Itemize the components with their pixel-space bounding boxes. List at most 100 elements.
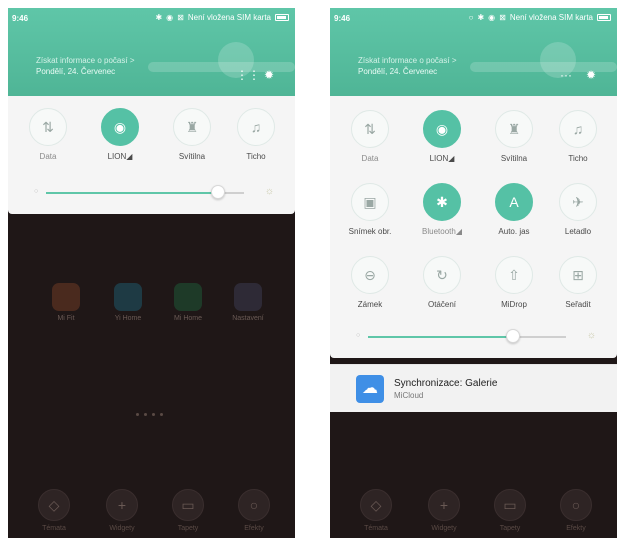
tile-flashlight[interactable]: ♜ Svítilna [157, 108, 227, 161]
wifi-status-icon: ◉ [166, 13, 174, 22]
weather-link[interactable]: Získat informace o počasí > [358, 55, 457, 66]
battery-icon [597, 14, 611, 21]
tile-data[interactable]: ⇅ Data [13, 108, 83, 161]
status-time: 9:46 [334, 14, 351, 23]
home-app-mihome: Mi Home [168, 283, 208, 322]
tile-midrop[interactable]: ⇧ MiDrop [479, 256, 549, 309]
home-app-label: Mi Fit [57, 315, 75, 322]
gear-icon[interactable]: ✹ [586, 68, 596, 82]
tile-bluetooth[interactable]: ✱ Bluetooth◢ [407, 183, 477, 236]
home-bottom-label: Efekty [566, 525, 586, 532]
home-bottom-label: Widgety [431, 525, 457, 532]
tile-lock[interactable]: ⊖ Zámek [335, 256, 405, 309]
tile-label: Seřadit [565, 300, 591, 309]
gear-icon[interactable]: ✹ [264, 68, 274, 82]
carrier-label: Není vložena SIM karta [187, 13, 271, 22]
wifi-icon: ◉ [101, 108, 139, 146]
alarm-status-icon: ○ [468, 13, 474, 22]
tile-rotation[interactable]: ↻ Otáčení [407, 256, 477, 309]
home-themes: ◇ Témata [346, 489, 406, 532]
battery-icon [275, 14, 289, 21]
brightness-slider[interactable]: ○ ☼ [34, 185, 274, 199]
sort-icon: ⊞ [559, 256, 597, 294]
brightness-knob[interactable] [211, 185, 226, 199]
yihome-icon [114, 283, 142, 311]
notification-card[interactable]: ☁ Synchronizace: Galerie MiCloud [330, 364, 617, 412]
status-bar: 9:46 ○ ✱ ◉ ⊠ Není vložena SIM karta [330, 8, 617, 28]
wifi-status-icon: ◉ [488, 13, 496, 22]
screenshot-icon: ▣ [351, 183, 389, 221]
mifit-icon [52, 283, 80, 311]
bluetooth-status-icon: ✱ [155, 13, 163, 22]
data-icon: ⇅ [351, 110, 389, 148]
shade-header: 9:46 ○ ✱ ◉ ⊠ Není vložena SIM karta Získ… [330, 8, 617, 96]
tile-flashlight[interactable]: ♜ Svítilna [479, 110, 549, 163]
brightness-high-icon: ☼ [264, 186, 274, 197]
home-bottom-label: Efekty [244, 525, 264, 532]
tile-sort[interactable]: ⊞ Seřadit [543, 256, 613, 309]
tile-screenshot[interactable]: ▣ Snímek obr. [335, 183, 405, 236]
home-effects: ○ Efekty [546, 489, 606, 532]
home-app-label: Nastavení [232, 315, 264, 322]
tile-label: Letadlo [564, 227, 592, 236]
tile-label: MiDrop [501, 300, 527, 309]
flashlight-icon: ♜ [495, 110, 533, 148]
midrop-icon: ⇧ [495, 256, 533, 294]
home-wallpapers: ▭ Tapety [158, 489, 218, 532]
weather-link[interactable]: Získat informace o počasí > [36, 55, 135, 66]
quick-settings-panel: ⇅ Data ◉ LION◢ ♜ Svítilna ♫ Ticho ▣ Sním… [330, 96, 617, 358]
carrier-label: Není vložena SIM karta [509, 13, 593, 22]
brightness-knob[interactable] [505, 329, 520, 343]
home-app-settings: Nastavení [228, 283, 268, 322]
themes-icon: ◇ [38, 489, 70, 521]
tile-label: LION◢ [107, 152, 133, 161]
home-bottom-label: Widgety [109, 525, 135, 532]
home-bottom-label: Tapety [177, 525, 199, 532]
quick-settings-panel: ⇅ Data ◉ LION◢ ♜ Svítilna ♫ Ticho ○ ☼ [8, 96, 295, 214]
brightness-low-icon: ○ [356, 332, 361, 339]
tile-label: Snímek obr. [348, 227, 392, 236]
wifi-icon: ◉ [423, 110, 461, 148]
grid-icon[interactable]: ⋮⋮ [236, 68, 260, 82]
brightness-slider[interactable]: ○ ☼ [356, 329, 596, 343]
home-bottom-label: Tapety [499, 525, 521, 532]
no-sim-icon: ⊠ [499, 13, 506, 22]
no-sim-icon: ⊠ [177, 13, 184, 22]
mihome-icon [174, 283, 202, 311]
home-themes: ◇ Témata [24, 489, 84, 532]
tile-label: Data [361, 154, 379, 163]
date-label: Pondělí, 24. Červenec [36, 67, 116, 76]
tile-silent[interactable]: ♫ Ticho [221, 108, 291, 161]
effects-icon: ○ [560, 489, 592, 521]
status-time: 9:46 [12, 14, 29, 23]
tile-wifi[interactable]: ◉ LION◢ [85, 108, 155, 161]
notification-title: Synchronizace: Galerie [394, 378, 498, 389]
status-bar: 9:46 ✱ ◉ ⊠ Není vložena SIM karta [8, 8, 295, 28]
left-screen: Mi Fit Yi Home Mi Home Nastavení ◇ Témata… [8, 8, 295, 538]
wallpaper-icon: ▭ [172, 489, 204, 521]
home-widgets: + Widgety [92, 489, 152, 532]
right-screen: ◇ Témata + Widgety ▭ Tapety ○ Efekty 9:46 ○ … [330, 8, 617, 538]
tile-data[interactable]: ⇅ Data [335, 110, 405, 163]
tile-silent[interactable]: ♫ Ticho [543, 110, 613, 163]
notification-subtitle: MiCloud [394, 391, 424, 400]
tile-label: Data [39, 152, 57, 161]
home-app-mifit: Mi Fit [46, 283, 86, 322]
wallpaper-icon: ▭ [494, 489, 526, 521]
effects-icon: ○ [238, 489, 270, 521]
auto-brightness-icon: A [495, 183, 533, 221]
tile-label: Svítilna [178, 152, 206, 161]
home-app-yihome: Yi Home [108, 283, 148, 322]
tile-airplane[interactable]: ✈ Letadlo [543, 183, 613, 236]
tile-auto-brightness[interactable]: A Auto. jas [479, 183, 549, 236]
cloud-icon: ☁ [356, 375, 384, 403]
silent-icon: ♫ [237, 108, 275, 146]
brightness-fill [46, 192, 219, 194]
plus-icon: + [106, 489, 138, 521]
bluetooth-status-icon: ✱ [477, 13, 485, 22]
home-wallpapers: ▭ Tapety [480, 489, 540, 532]
tile-wifi[interactable]: ◉ LION◢ [407, 110, 477, 163]
tile-label: Zámek [357, 300, 383, 309]
more-icon[interactable]: ··· [560, 68, 572, 82]
brightness-fill [368, 336, 513, 338]
